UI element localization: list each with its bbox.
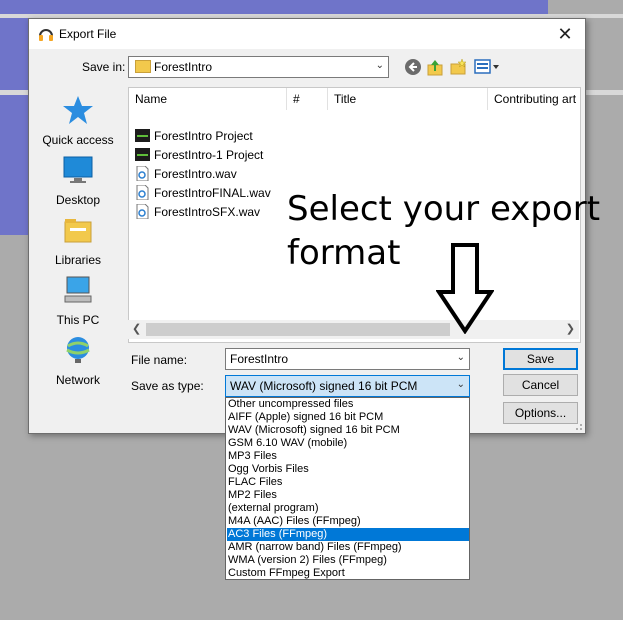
place-libraries[interactable]: Libraries <box>30 214 126 267</box>
place-quick-access[interactable]: Quick access <box>30 94 126 147</box>
type-option[interactable]: FLAC Files <box>227 476 469 489</box>
back-icon[interactable] <box>404 58 422 76</box>
type-option[interactable]: MP2 Files <box>227 489 469 502</box>
type-option[interactable]: GSM 6.10 WAV (mobile) <box>227 437 469 450</box>
dialog-title: Export File <box>59 27 117 41</box>
save-in-value: ForestIntro <box>154 60 213 74</box>
save-in-dropdown[interactable]: ForestIntro ⌄ <box>128 56 389 78</box>
project-file-icon <box>135 129 150 143</box>
type-option[interactable]: AMR (narrow band) Files (FFmpeg) <box>227 541 469 554</box>
type-option[interactable]: MP3 Files <box>227 450 469 463</box>
waveform-top <box>0 0 548 14</box>
type-option-highlighted[interactable]: AC3 Files (FFmpeg) <box>227 528 469 541</box>
audio-file-icon <box>136 185 149 201</box>
list-item[interactable]: ForestIntro-1 Project <box>135 147 263 166</box>
chevron-down-icon[interactable]: ⌄ <box>457 379 465 390</box>
audacity-icon <box>39 29 53 41</box>
desktop-icon <box>63 156 93 183</box>
place-network[interactable]: Network <box>30 334 126 387</box>
new-folder-icon[interactable] <box>449 58 467 76</box>
save-as-type-value: WAV (Microsoft) signed 16 bit PCM <box>230 379 418 393</box>
list-item[interactable]: ForestIntroSFX.wav <box>135 204 260 223</box>
type-option[interactable]: Ogg Vorbis Files <box>227 463 469 476</box>
type-option[interactable]: Other uncompressed files <box>227 398 469 411</box>
annotation-line-1: Select your export <box>287 189 601 229</box>
column-header-number[interactable]: # <box>287 88 328 110</box>
place-label: Desktop <box>55 193 101 207</box>
type-option[interactable]: M4A (AAC) Files (FFmpeg) <box>227 515 469 528</box>
libraries-icon <box>64 219 92 243</box>
place-label: This PC <box>56 313 100 327</box>
place-label: Quick access <box>42 133 114 147</box>
audio-file-icon <box>136 166 149 182</box>
places-bar: Quick access Desktop Libraries This PC N… <box>30 90 126 387</box>
view-menu-icon[interactable] <box>474 58 500 76</box>
type-option[interactable]: AIFF (Apple) signed 16 bit PCM <box>227 411 469 424</box>
folder-icon <box>135 60 151 73</box>
column-header-title[interactable]: Title <box>328 88 488 110</box>
file-name-field[interactable]: ForestIntro ⌄ <box>225 348 470 370</box>
type-option[interactable]: Custom FFmpeg Export <box>227 567 469 580</box>
list-item[interactable]: ForestIntro Project <box>135 128 253 147</box>
save-button[interactable]: Save <box>503 348 578 370</box>
resize-grip-icon[interactable] <box>573 421 583 431</box>
save-as-type-options-list[interactable]: Other uncompressed files AIFF (Apple) si… <box>225 397 470 580</box>
list-item[interactable]: ForestIntroFINAL.wav <box>135 185 271 204</box>
chevron-down-icon[interactable]: ⌄ <box>457 352 465 363</box>
options-button[interactable]: Options... <box>503 402 578 424</box>
type-option[interactable]: (external program) <box>227 502 469 515</box>
chevron-down-icon: ⌄ <box>375 60 384 71</box>
save-as-type-label: Save as type: <box>131 379 204 393</box>
horizontal-scrollbar[interactable]: ❮ ❯ <box>128 320 579 339</box>
save-as-type-dropdown[interactable]: WAV (Microsoft) signed 16 bit PCM ⌄ <box>225 375 470 397</box>
project-file-icon <box>135 148 150 162</box>
title-bar: Export File ✕ <box>29 19 585 49</box>
place-this-pc[interactable]: This PC <box>30 274 126 327</box>
place-label: Libraries <box>54 253 102 267</box>
up-folder-icon[interactable] <box>426 58 444 76</box>
arrow-down-icon <box>436 243 494 334</box>
place-label: Network <box>55 373 100 387</box>
column-header-name[interactable]: Name <box>129 88 287 110</box>
scrollbar-thumb[interactable] <box>146 323 450 336</box>
scroll-right-icon[interactable]: ❯ <box>566 322 575 335</box>
type-option[interactable]: WMA (version 2) Files (FFmpeg) <box>227 554 469 567</box>
quick-access-icon <box>63 96 93 124</box>
audio-file-icon <box>136 204 149 220</box>
file-name-value: ForestIntro <box>230 352 289 366</box>
column-header-contributing-artists[interactable]: Contributing art <box>488 88 580 110</box>
file-name-label: File name: <box>131 353 188 367</box>
close-icon[interactable]: ✕ <box>553 22 577 46</box>
this-pc-icon <box>64 276 92 303</box>
place-desktop[interactable]: Desktop <box>30 154 126 207</box>
list-item[interactable]: ForestIntro.wav <box>135 166 237 185</box>
save-in-label: Save in: <box>82 60 126 74</box>
network-icon <box>66 337 90 363</box>
type-option[interactable]: WAV (Microsoft) signed 16 bit PCM <box>227 424 469 437</box>
cancel-button[interactable]: Cancel <box>503 374 578 396</box>
scroll-left-icon[interactable]: ❮ <box>132 322 141 335</box>
